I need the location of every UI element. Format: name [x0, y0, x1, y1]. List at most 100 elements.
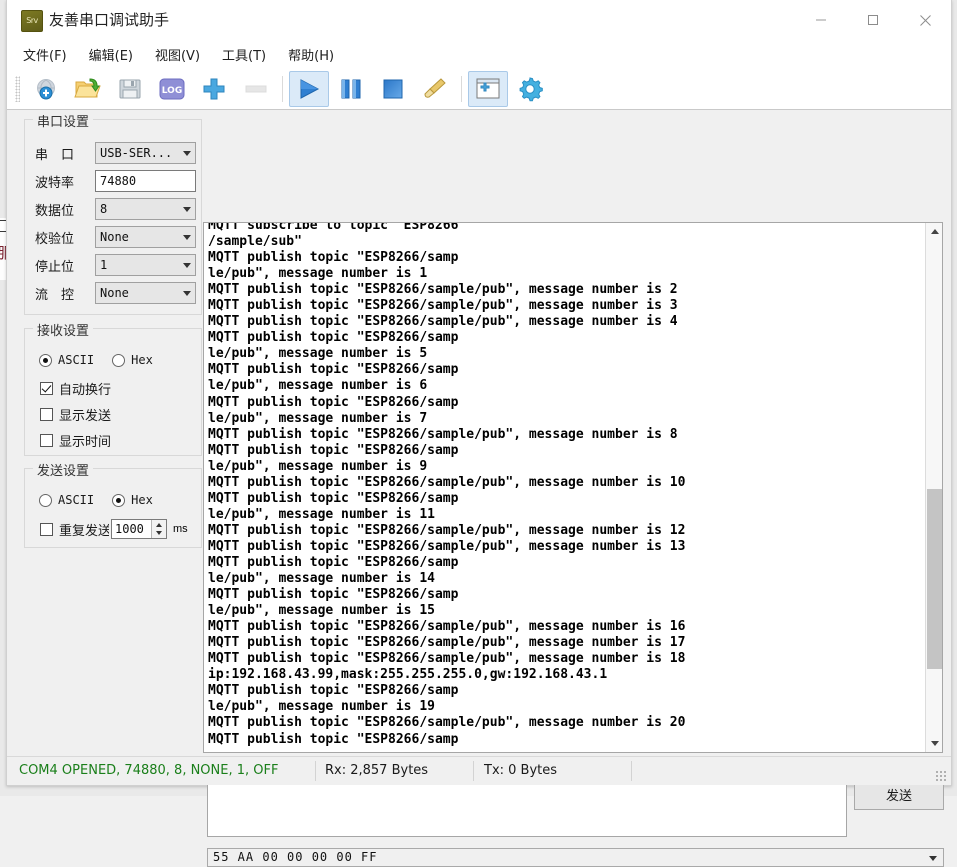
receive-format-hex-radio[interactable]: Hex: [112, 353, 153, 367]
open-file-icon: [74, 76, 102, 102]
status-tx-bytes: Tx: 0 Bytes: [484, 757, 557, 785]
show-send-checkbox[interactable]: 显示发送: [40, 405, 111, 424]
show-send-label: 显示发送: [59, 405, 111, 424]
parity-value: None: [100, 230, 129, 244]
menu-edit[interactable]: 编辑(E): [89, 45, 133, 64]
serial-port-dropdown[interactable]: USB-SER...: [95, 142, 196, 164]
toolbar-log-button[interactable]: LOG: [152, 71, 192, 107]
repeat-send-label: 重复发送: [59, 520, 109, 539]
toolbar-remove-button[interactable]: [236, 71, 276, 107]
status-separator-3: [631, 761, 632, 781]
window-controls: [795, 0, 951, 40]
repeat-interval-stepper[interactable]: 1000: [111, 519, 167, 539]
show-time-label: 显示时间: [59, 431, 111, 450]
save-icon: [117, 76, 143, 102]
send-settings-group: 发送设置 ASCII Hex 重复发送: [24, 468, 202, 548]
pause-icon: [338, 76, 364, 102]
log-vertical-scrollbar[interactable]: [925, 223, 942, 752]
flow-control-label: 流 控: [35, 284, 95, 303]
resize-grip[interactable]: [935, 770, 948, 783]
radio-on-icon: [112, 494, 125, 507]
toolbar-settings-button[interactable]: [510, 71, 550, 107]
log-icon: LOG: [158, 77, 186, 101]
menu-tools-label: 工具(T): [222, 49, 266, 64]
receive-format-ascii-radio[interactable]: ASCII: [39, 353, 94, 367]
send-button[interactable]: 发送: [854, 784, 944, 810]
send-format-hex-label: Hex: [131, 493, 153, 507]
toolbar-open-port-button[interactable]: [26, 71, 66, 107]
receive-log-text: MQTT subscribe to topic "ESP8266 /sample…: [208, 222, 908, 748]
scroll-up-button[interactable]: [926, 223, 943, 240]
baud-rate-value: 74880: [100, 174, 136, 188]
title-bar: Srv 友善串口调试助手: [7, 0, 951, 40]
menu-help[interactable]: 帮助(H): [288, 45, 334, 64]
chevron-down-icon: [183, 235, 191, 240]
scroll-down-button[interactable]: [926, 735, 943, 752]
toolbar-play-button[interactable]: [289, 71, 329, 107]
serial-port-value: USB-SER...: [100, 146, 172, 160]
radio-on-icon: [39, 354, 52, 367]
send-format-ascii-radio[interactable]: ASCII: [39, 493, 94, 507]
svg-text:LOG: LOG: [162, 86, 182, 96]
receive-log-view[interactable]: MQTT subscribe to topic "ESP8266 /sample…: [203, 222, 943, 753]
receive-format-ascii-label: ASCII: [58, 353, 94, 367]
radio-off-icon: [112, 354, 125, 367]
menu-file-label: 文件(F): [23, 49, 67, 64]
show-time-checkbox[interactable]: 显示时间: [40, 431, 111, 450]
parity-label: 校验位: [35, 228, 95, 247]
window-title: 友善串口调试助手: [49, 9, 169, 30]
toolbar-clear-button[interactable]: [415, 71, 455, 107]
menu-tools[interactable]: 工具(T): [222, 45, 266, 64]
menu-view[interactable]: 视图(V): [155, 45, 200, 64]
serial-port-label: 串 口: [35, 144, 95, 163]
menu-view-label: 视图(V): [155, 49, 200, 64]
menu-edit-label: 编辑(E): [89, 49, 133, 64]
minimize-icon: [815, 14, 827, 26]
flow-control-dropdown[interactable]: None: [95, 282, 196, 304]
maximize-button[interactable]: [847, 0, 899, 40]
app-icon: Srv: [21, 10, 43, 32]
app-root: 那 Srv 友善串口调试助手: [0, 0, 957, 796]
scrollbar-thumb[interactable]: [927, 489, 942, 669]
toolbar-stop-button[interactable]: [373, 71, 413, 107]
serial-settings-title: 串口设置: [33, 111, 93, 130]
repeat-send-checkbox[interactable]: 重复发送: [40, 520, 109, 539]
toolbar-save-button[interactable]: [110, 71, 150, 107]
status-connection: COM4 OPENED, 74880, 8, NONE, 1, OFF: [19, 757, 278, 785]
stepper-down-icon: [156, 531, 162, 535]
auto-wrap-checkbox[interactable]: 自动换行: [40, 379, 111, 398]
toolbar-open-file-button[interactable]: [68, 71, 108, 107]
toolbar-add-button[interactable]: [194, 71, 234, 107]
send-format-ascii-label: ASCII: [58, 493, 94, 507]
baud-rate-label: 波特率: [35, 172, 95, 191]
hex-history-combo[interactable]: 55 AA 00 00 00 00 FF: [207, 848, 944, 867]
toolbar-separator-2: [461, 76, 462, 102]
checkbox-unchecked-icon: [40, 408, 53, 421]
new-window-icon: [475, 77, 501, 101]
close-icon: [919, 14, 932, 27]
toolbar-pause-button[interactable]: [331, 71, 371, 107]
stop-bits-dropdown[interactable]: 1: [95, 254, 196, 276]
stepper-buttons[interactable]: [151, 520, 166, 538]
close-button[interactable]: [899, 0, 951, 40]
chevron-down-icon: [929, 856, 937, 861]
chevron-down-icon: [183, 151, 191, 156]
toolbar-new-window-button[interactable]: [468, 71, 508, 107]
main-body: 串口设置 串 口 USB-SER... 波特率 74880: [7, 110, 951, 785]
menu-file[interactable]: 文件(F): [23, 45, 67, 64]
main-window: Srv 友善串口调试助手: [6, 0, 952, 786]
chevron-down-icon: [183, 263, 191, 268]
minimize-button[interactable]: [795, 0, 847, 40]
send-format-hex-radio[interactable]: Hex: [112, 493, 153, 507]
toolbar-separator-1: [282, 76, 283, 102]
stop-icon: [380, 76, 406, 102]
stop-bits-label: 停止位: [35, 256, 95, 275]
settings-gear-icon: [517, 76, 543, 102]
flow-control-value: None: [100, 286, 129, 300]
play-icon: [296, 76, 322, 102]
data-bits-dropdown[interactable]: 8: [95, 198, 196, 220]
parity-dropdown[interactable]: None: [95, 226, 196, 248]
chevron-up-icon: [931, 229, 939, 234]
toolbar-grip[interactable]: [15, 76, 20, 102]
baud-rate-combo[interactable]: 74880: [95, 170, 196, 192]
